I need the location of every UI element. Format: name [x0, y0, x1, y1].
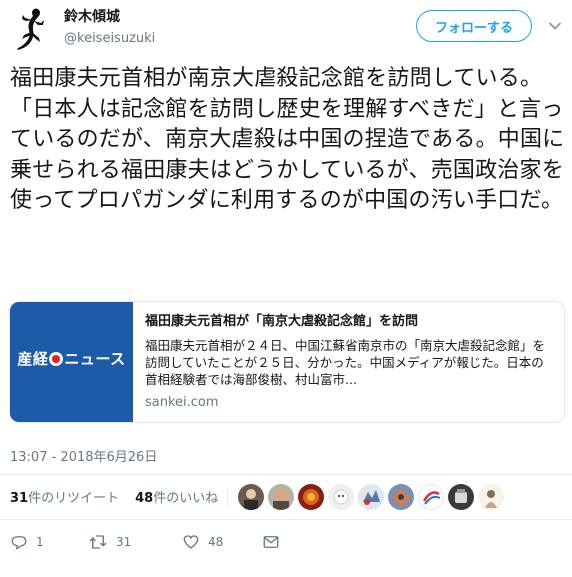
reply-icon	[10, 533, 28, 551]
follow-button[interactable]: フォローする	[416, 10, 532, 42]
sankei-mark-icon	[49, 352, 64, 366]
liker-avatar[interactable]	[268, 484, 294, 510]
author-block: 鈴木傾城 @keiseisuzuki	[64, 8, 155, 48]
liker-avatar[interactable]	[328, 484, 354, 510]
heart-icon	[182, 533, 200, 551]
action-bar: 1 31 48	[10, 533, 280, 551]
liker-avatar[interactable]	[418, 484, 444, 510]
retweets-label: 件のリツイート	[28, 491, 120, 506]
card-thumbnail: 産経 ニュース	[10, 302, 133, 422]
liker-avatar[interactable]	[298, 484, 324, 510]
tweet-text: 福田康夫元首相が南京大虐殺記念館を訪問している。「日本人は記念館を訪問し歴史を理…	[10, 66, 565, 213]
author-display-name[interactable]: 鈴木傾城	[64, 8, 155, 26]
engagement-stats: 31件のリツイート 48件のいいね	[10, 487, 234, 506]
liker-avatar[interactable]	[238, 484, 264, 510]
retweet-stat[interactable]: 31件のリツイート	[10, 487, 119, 506]
liker-avatar[interactable]	[388, 484, 414, 510]
card-title: 福田康夫元首相が「南京大虐殺記念館」を訪問	[145, 314, 419, 329]
envelope-icon	[262, 533, 280, 551]
logo-text-right: ニュース	[64, 350, 126, 368]
retweet-button[interactable]: 31	[88, 533, 182, 551]
dm-button[interactable]	[262, 533, 280, 551]
divider	[0, 519, 572, 520]
gecko-logo-icon[interactable]	[10, 6, 56, 52]
card-description: 福田康夫元首相が２４日、中国江蘇省南京市の「南京大虐殺記念館」を訪問していたこと…	[145, 338, 546, 387]
likes-count: 48	[135, 491, 154, 506]
stats-separator	[227, 488, 228, 506]
reply-count: 1	[36, 535, 44, 549]
retweets-count: 31	[10, 491, 29, 506]
sankei-news-logo: 産経 ニュース	[10, 348, 133, 369]
like-button[interactable]: 48	[182, 533, 262, 551]
like-count: 48	[208, 535, 224, 549]
like-stat[interactable]: 48件のいいね	[135, 487, 218, 506]
logo-text-left: 産経	[17, 350, 49, 368]
retweet-count: 31	[116, 535, 132, 549]
liker-avatar[interactable]	[358, 484, 384, 510]
divider	[0, 474, 572, 475]
card-body: 福田康夫元首相が「南京大虐殺記念館」を訪問 福田康夫元首相が２４日、中国江蘇省南…	[133, 302, 564, 422]
liker-avatar[interactable]	[448, 484, 474, 510]
tweet-timestamp[interactable]: 13:07 - 2018年6月26日	[10, 446, 157, 465]
link-card[interactable]: 産経 ニュース 福田康夫元首相が「南京大虐殺記念館」を訪問 福田康夫元首相が２４日…	[9, 301, 565, 423]
card-domain: sankei.com	[145, 395, 219, 410]
liker-avatar[interactable]	[478, 484, 504, 510]
reply-button[interactable]: 1	[10, 533, 88, 551]
liker-avatars	[238, 484, 508, 510]
retweet-icon	[88, 533, 108, 551]
chevron-down-icon[interactable]	[548, 18, 562, 32]
tweet: 鈴木傾城 @keiseisuzuki フォローする 福田康夫元首相が南京大虐殺記…	[0, 0, 572, 577]
author-handle[interactable]: @keiseisuzuki	[64, 30, 155, 48]
likes-label: 件のいいね	[153, 491, 219, 506]
